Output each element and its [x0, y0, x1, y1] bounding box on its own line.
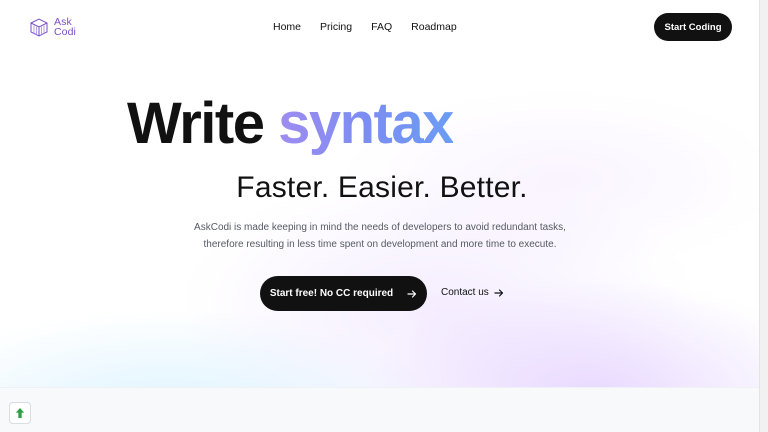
- hero-subtitle: Faster. Easier. Better.: [0, 168, 760, 208]
- hero-title-plain: Write: [127, 91, 265, 156]
- main-nav: Home Pricing FAQ Roadmap: [273, 20, 476, 34]
- nav-item-home[interactable]: Home: [273, 20, 301, 34]
- start-free-button[interactable]: Start free! No CC required: [260, 276, 427, 311]
- hero-description: AskCodi is made keeping in mind the need…: [0, 219, 760, 253]
- nav-item-faq[interactable]: FAQ: [371, 20, 392, 34]
- hero-title-accent: syntax: [278, 91, 454, 156]
- hero-subtitle-text: Faster. Easier. Better.: [236, 171, 528, 204]
- hero-description-line-2: therefore resulting in less time spent o…: [203, 239, 557, 250]
- start-free-button-label: Start free! No CC required: [269, 288, 394, 299]
- scroll-to-top-button[interactable]: [9, 402, 31, 424]
- next-section-band: [0, 387, 760, 432]
- hero-description-line-1: AskCodi is made keeping in mind the need…: [194, 222, 566, 233]
- askcodi-cube-icon: [30, 18, 48, 37]
- arrow-right-icon: [494, 289, 503, 297]
- hero-title: Write syntax: [127, 91, 454, 157]
- page: Ask Codi Home Pricing FAQ Roadmap Start …: [0, 0, 768, 432]
- nav-item-pricing[interactable]: Pricing: [320, 20, 352, 34]
- nav-item-roadmap[interactable]: Roadmap: [411, 20, 457, 34]
- vertical-scrollbar[interactable]: [759, 0, 768, 432]
- logo-link[interactable]: Ask Codi: [28, 17, 76, 37]
- contact-us-label: Contact us: [441, 287, 489, 298]
- arrow-right-icon: [407, 289, 417, 298]
- arrow-up-icon: [15, 408, 25, 418]
- logo-text: Ask Codi: [54, 16, 76, 38]
- contact-us-link[interactable]: Contact us: [441, 286, 504, 300]
- start-coding-button[interactable]: Start Coding: [654, 13, 732, 41]
